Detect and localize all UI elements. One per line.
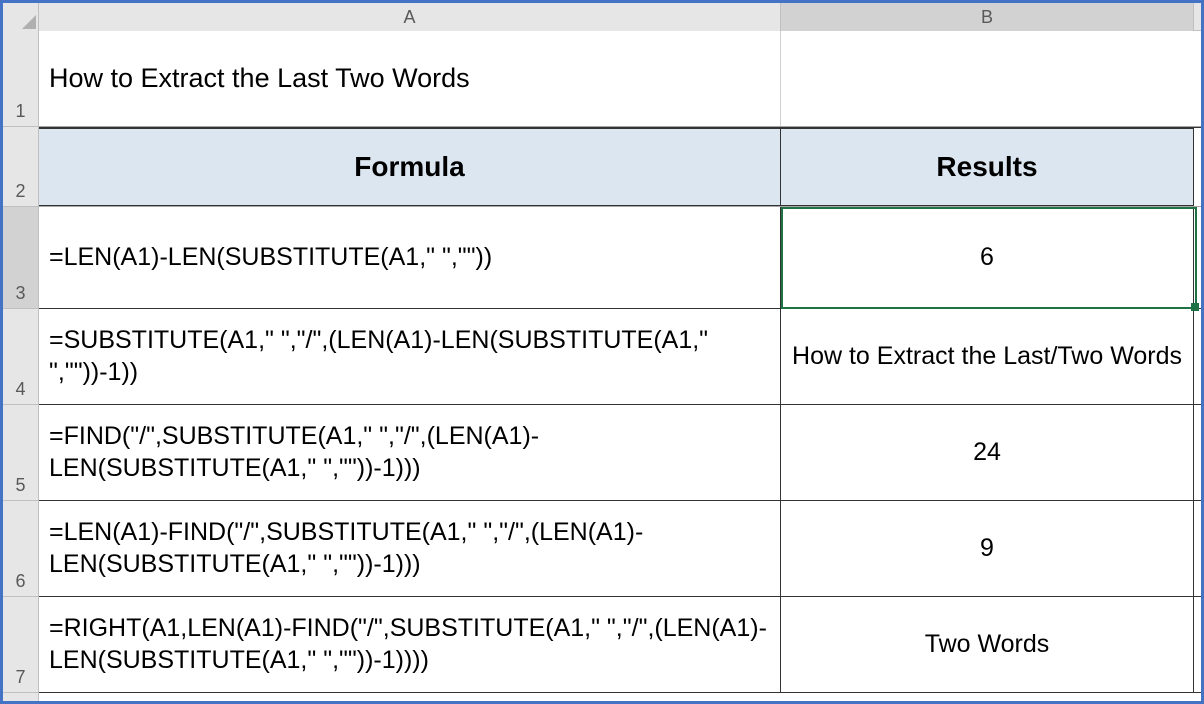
row-1: How to Extract the Last Two Words xyxy=(39,31,1201,127)
cell-A6-formula: =LEN(A1)-FIND("/",SUBSTITUTE(A1," ","/",… xyxy=(49,517,770,580)
column-headers-row: A B xyxy=(3,3,1201,31)
cell-A2-header-formula[interactable]: Formula xyxy=(39,128,781,206)
row-7: =RIGHT(A1,LEN(A1)-FIND("/",SUBSTITUTE(A1… xyxy=(39,597,1201,693)
cells-area: How to Extract the Last Two Words Formul… xyxy=(39,31,1201,704)
row-header-6[interactable]: 6 xyxy=(3,501,39,597)
row-4: =SUBSTITUTE(A1," ","/",(LEN(A1)-LEN(SUBS… xyxy=(39,309,1201,405)
cell-A7[interactable]: =RIGHT(A1,LEN(A1)-FIND("/",SUBSTITUTE(A1… xyxy=(39,597,781,692)
cell-B4-value: How to Extract the Last/Two Words xyxy=(792,341,1182,372)
row-header-1[interactable]: 1 xyxy=(3,31,39,127)
cell-B6-value: 9 xyxy=(980,533,994,564)
cell-B5[interactable]: 24 xyxy=(781,405,1194,500)
header-formula-label: Formula xyxy=(354,151,464,183)
cell-A3-formula: =LEN(A1)-LEN(SUBSTITUTE(A1," ","")) xyxy=(49,242,492,273)
grid-body: 1 2 3 4 5 6 7 How to Extract the Last Tw… xyxy=(3,31,1201,704)
row-header-5[interactable]: 5 xyxy=(3,405,39,501)
row-header-8-partial[interactable] xyxy=(3,693,39,704)
cell-A7-formula: =RIGHT(A1,LEN(A1)-FIND("/",SUBSTITUTE(A1… xyxy=(49,613,770,676)
cell-B7[interactable]: Two Words xyxy=(781,597,1194,692)
row-6: =LEN(A1)-FIND("/",SUBSTITUTE(A1," ","/",… xyxy=(39,501,1201,597)
row-header-2[interactable]: 2 xyxy=(3,127,39,207)
row-5: =FIND("/",SUBSTITUTE(A1," ","/",(LEN(A1)… xyxy=(39,405,1201,501)
cell-B2-header-results[interactable]: Results xyxy=(781,128,1194,206)
row-3: =LEN(A1)-LEN(SUBSTITUTE(A1," ","")) 6 xyxy=(39,207,1201,309)
cell-B3-value: 6 xyxy=(980,242,994,273)
row-headers-column: 1 2 3 4 5 6 7 xyxy=(3,31,39,704)
row-header-7[interactable]: 7 xyxy=(3,597,39,693)
cell-B6[interactable]: 9 xyxy=(781,501,1194,596)
row-header-4[interactable]: 4 xyxy=(3,309,39,405)
select-all-corner[interactable] xyxy=(3,3,39,31)
cell-A5[interactable]: =FIND("/",SUBSTITUTE(A1," ","/",(LEN(A1)… xyxy=(39,405,781,500)
cell-B1[interactable] xyxy=(781,31,1194,126)
cell-B4[interactable]: How to Extract the Last/Two Words xyxy=(781,309,1194,404)
header-results-label: Results xyxy=(936,151,1037,183)
cell-A3[interactable]: =LEN(A1)-LEN(SUBSTITUTE(A1," ","")) xyxy=(39,207,781,308)
cell-B5-value: 24 xyxy=(973,437,1001,468)
sheet-area: A B 1 2 3 4 5 6 7 How to Extract the Las… xyxy=(3,3,1201,701)
cell-A4-formula: =SUBSTITUTE(A1," ","/",(LEN(A1)-LEN(SUBS… xyxy=(49,325,770,388)
spreadsheet-window: A B 1 2 3 4 5 6 7 How to Extract the Las… xyxy=(0,0,1204,704)
row-2: Formula Results xyxy=(39,127,1201,207)
cell-B3[interactable]: 6 xyxy=(781,207,1194,308)
column-header-B[interactable]: B xyxy=(781,3,1194,31)
cell-A4[interactable]: =SUBSTITUTE(A1," ","/",(LEN(A1)-LEN(SUBS… xyxy=(39,309,781,404)
cell-B7-value: Two Words xyxy=(925,629,1050,660)
cell-A5-formula: =FIND("/",SUBSTITUTE(A1," ","/",(LEN(A1)… xyxy=(49,421,770,484)
row-header-3[interactable]: 3 xyxy=(3,207,39,309)
cell-A1[interactable]: How to Extract the Last Two Words xyxy=(39,31,781,126)
column-header-A[interactable]: A xyxy=(39,3,781,31)
cell-A1-value: How to Extract the Last Two Words xyxy=(49,63,470,94)
select-all-triangle-icon xyxy=(22,15,36,29)
cell-A6[interactable]: =LEN(A1)-FIND("/",SUBSTITUTE(A1," ","/",… xyxy=(39,501,781,596)
